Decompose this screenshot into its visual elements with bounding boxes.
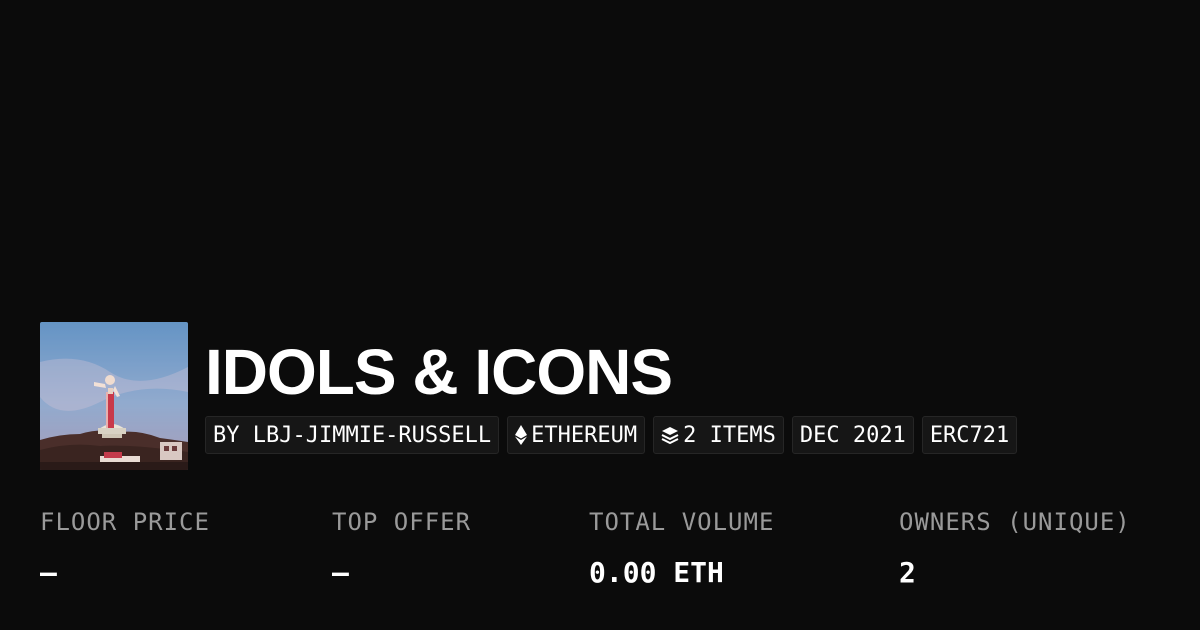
floor-price-value: – — [40, 556, 57, 589]
top-offer-stat: TOP OFFER – — [332, 505, 471, 593]
chain-tag-label: ETHEREUM — [531, 422, 638, 448]
date-tag-label: DEC 2021 — [799, 422, 906, 448]
top-offer-label: TOP OFFER — [332, 508, 472, 536]
owners-label: OWNERS (UNIQUE) — [899, 508, 1131, 536]
layers-icon — [661, 426, 679, 444]
collection-header-text: IDOLS & ICONS BY LBJ-JIMMIE-RUSSELL ETHE… — [205, 322, 1018, 454]
creator-tag[interactable]: BY LBJ-JIMMIE-RUSSELL — [205, 416, 500, 454]
owners-value: 2 — [899, 556, 916, 589]
creator-tag-label: BY LBJ-JIMMIE-RUSSELL — [213, 422, 492, 448]
items-tag-label: 2 ITEMS — [683, 422, 776, 448]
items-tag[interactable]: 2 ITEMS — [653, 416, 784, 454]
collection-title: IDOLS & ICONS — [205, 336, 673, 408]
top-offer-value: – — [332, 556, 349, 589]
floor-price-stat: FLOOR PRICE – — [40, 505, 210, 593]
collection-stats: FLOOR PRICE – TOP OFFER – TOTAL VOLUME 0… — [0, 505, 1200, 605]
chain-tag[interactable]: ETHEREUM — [507, 416, 646, 454]
total-volume-label: TOTAL VOLUME — [589, 508, 775, 536]
total-volume-stat: TOTAL VOLUME 0.00 ETH — [589, 505, 774, 593]
floor-price-label: FLOOR PRICE — [40, 508, 210, 536]
ethereum-icon — [515, 425, 528, 445]
collection-tags: BY LBJ-JIMMIE-RUSSELL ETHEREUM 2 ITEMS D… — [205, 416, 1018, 454]
owners-stat: OWNERS (UNIQUE) 2 — [899, 505, 1131, 593]
date-tag: DEC 2021 — [791, 416, 914, 454]
standard-tag: ERC721 — [921, 416, 1018, 454]
collection-artwork — [40, 322, 188, 470]
collection-header: IDOLS & ICONS BY LBJ-JIMMIE-RUSSELL ETHE… — [40, 322, 1018, 470]
collection-thumbnail[interactable] — [40, 322, 188, 470]
collection-card: IDOLS & ICONS BY LBJ-JIMMIE-RUSSELL ETHE… — [0, 0, 1200, 630]
total-volume-value: 0.00 ETH — [589, 556, 724, 589]
standard-tag-label: ERC721 — [929, 422, 1010, 448]
